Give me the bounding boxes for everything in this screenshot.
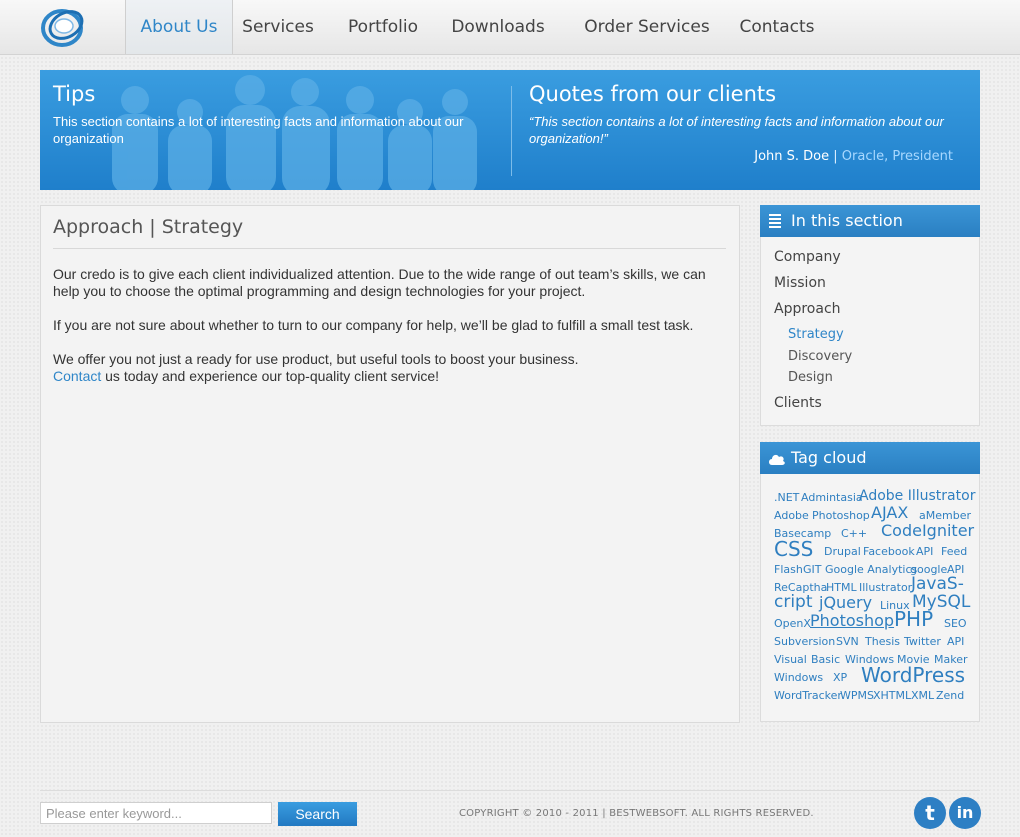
tag-link[interactable]: Visual [774,654,807,665]
tag-link[interactable]: C++ [841,528,867,539]
content-paragraph-4: Contact us today and experience our top-… [53,368,733,385]
section-subitem-strategy[interactable]: Strategy [788,327,844,342]
content-paragraph-1: Our credo is to give each client individ… [53,266,706,299]
tips-title: Tips [53,82,96,106]
tag-link[interactable]: Feed [941,546,967,557]
tag-link[interactable]: API [916,546,933,557]
cloud-icon [769,454,785,465]
in-this-section-list: Company Mission Approach Strategy Discov… [760,237,980,426]
copyright-text: COPYRIGHT © 2010 - 2011 | BESTWEBSOFT. A… [459,808,814,819]
tag-link[interactable]: aMember [919,510,971,521]
tag-link[interactable]: XHTML [873,690,911,701]
tag-link[interactable]: API [947,636,964,647]
section-item-mission[interactable]: Mission [774,275,826,291]
footer-divider [40,790,980,791]
logo-icon[interactable] [39,4,87,50]
nav-about-us[interactable]: About Us [125,0,233,54]
content-paragraph-3: We offer you not just a ready for use pr… [53,351,579,367]
tag-cloud-header: Tag cloud [760,442,980,474]
nav-order-services[interactable]: Order Services [575,0,719,54]
section-item-clients[interactable]: Clients [774,395,822,411]
tag-link[interactable]: AJAX [871,505,908,521]
top-navigation: About Us Services Portfolio Downloads Or… [0,0,1020,55]
tag-link[interactable]: Zend [936,690,964,701]
tag-link[interactable]: OpenX [774,618,811,629]
tag-link[interactable]: PHP [894,609,933,629]
tag-link[interactable]: cript [774,594,813,611]
linkedin-glyph: in [956,803,974,822]
tag-link[interactable]: XML [911,690,934,701]
tag-link[interactable]: Windows [774,672,823,683]
quote-author-company[interactable]: Oracle, President [842,149,953,164]
nav-services[interactable]: Services [233,0,323,54]
tag-link[interactable]: Admintasia [801,492,863,503]
quote-author-name: John S. Doe [754,149,830,164]
content-paragraph-2: If you are not sure about whether to tur… [53,317,694,333]
tag-link[interactable]: Photoshop [812,510,870,521]
tag-link[interactable]: Subversion [774,636,835,647]
page-title: Approach | Strategy [53,216,726,249]
nav-contacts[interactable]: Contacts [733,0,821,54]
tag-link[interactable]: Photoshop [810,613,894,629]
tag-link[interactable]: Adobe Illustrator [859,489,975,503]
contact-sentence: us today and experience our top-quality … [101,368,439,384]
tag-link[interactable]: Facebook [863,546,915,557]
tag-link[interactable]: .NET [774,492,799,503]
tag-link[interactable]: WordTracker [774,690,842,701]
quote-separator: | [829,149,842,164]
tag-link[interactable]: Adobe [774,510,809,521]
tag-link[interactable]: Flash [774,564,803,575]
search-input[interactable] [40,802,272,824]
tag-cloud-title: Tag cloud [791,448,867,467]
section-item-approach[interactable]: Approach [774,301,841,317]
contact-link[interactable]: Contact [53,368,101,384]
linkedin-icon[interactable]: in [949,797,981,829]
tag-link[interactable]: CSS [774,539,813,559]
nav-downloads[interactable]: Downloads [443,0,553,54]
section-item-company[interactable]: Company [774,249,841,265]
section-subitem-discovery[interactable]: Discovery [788,349,852,364]
search-button[interactable]: Search [278,802,357,826]
tag-link[interactable]: WPMS [840,690,874,701]
list-icon [769,214,781,228]
quote-author: John S. Doe | Oracle, President [754,149,953,164]
banner-divider [511,86,512,176]
twitter-glyph: t [925,801,935,825]
in-this-section-title: In this section [791,211,903,230]
tag-link[interactable]: CodeIgniter [881,523,974,539]
tag-link[interactable]: Basic [811,654,840,665]
tag-link[interactable]: XP [833,672,847,683]
tag-link[interactable]: Google Analytics [825,564,917,575]
section-subitem-design[interactable]: Design [788,370,833,385]
tips-text: This section contains a lot of interesti… [53,114,464,146]
tag-link[interactable]: Twitter [904,636,941,647]
tag-link[interactable]: WordPress [861,665,965,685]
in-this-section-header: In this section [760,205,980,237]
tag-link[interactable]: HTML [826,582,857,593]
quotes-title: Quotes from our clients [529,82,777,106]
tag-link[interactable]: SEO [944,618,967,629]
quote-text: “This section contains a lot of interest… [529,114,944,146]
tag-link[interactable]: Thesis [865,636,900,647]
main-content: Approach | Strategy Our credo is to give… [40,205,740,723]
tag-link[interactable]: JavaS- [911,576,964,593]
tag-link[interactable]: jQuery [819,595,872,611]
nav-portfolio[interactable]: Portfolio [338,0,428,54]
tag-link[interactable]: SVN [836,636,859,647]
tag-link[interactable]: Illustrator [859,582,912,593]
banner: Tips This section contains a lot of inte… [40,70,980,190]
tag-link[interactable]: Drupal [824,546,861,557]
tag-cloud: .NET Admintasia Adobe Illustrator Adobe … [760,474,980,722]
twitter-icon[interactable]: t [914,797,946,829]
tag-link[interactable]: GIT [803,564,822,575]
